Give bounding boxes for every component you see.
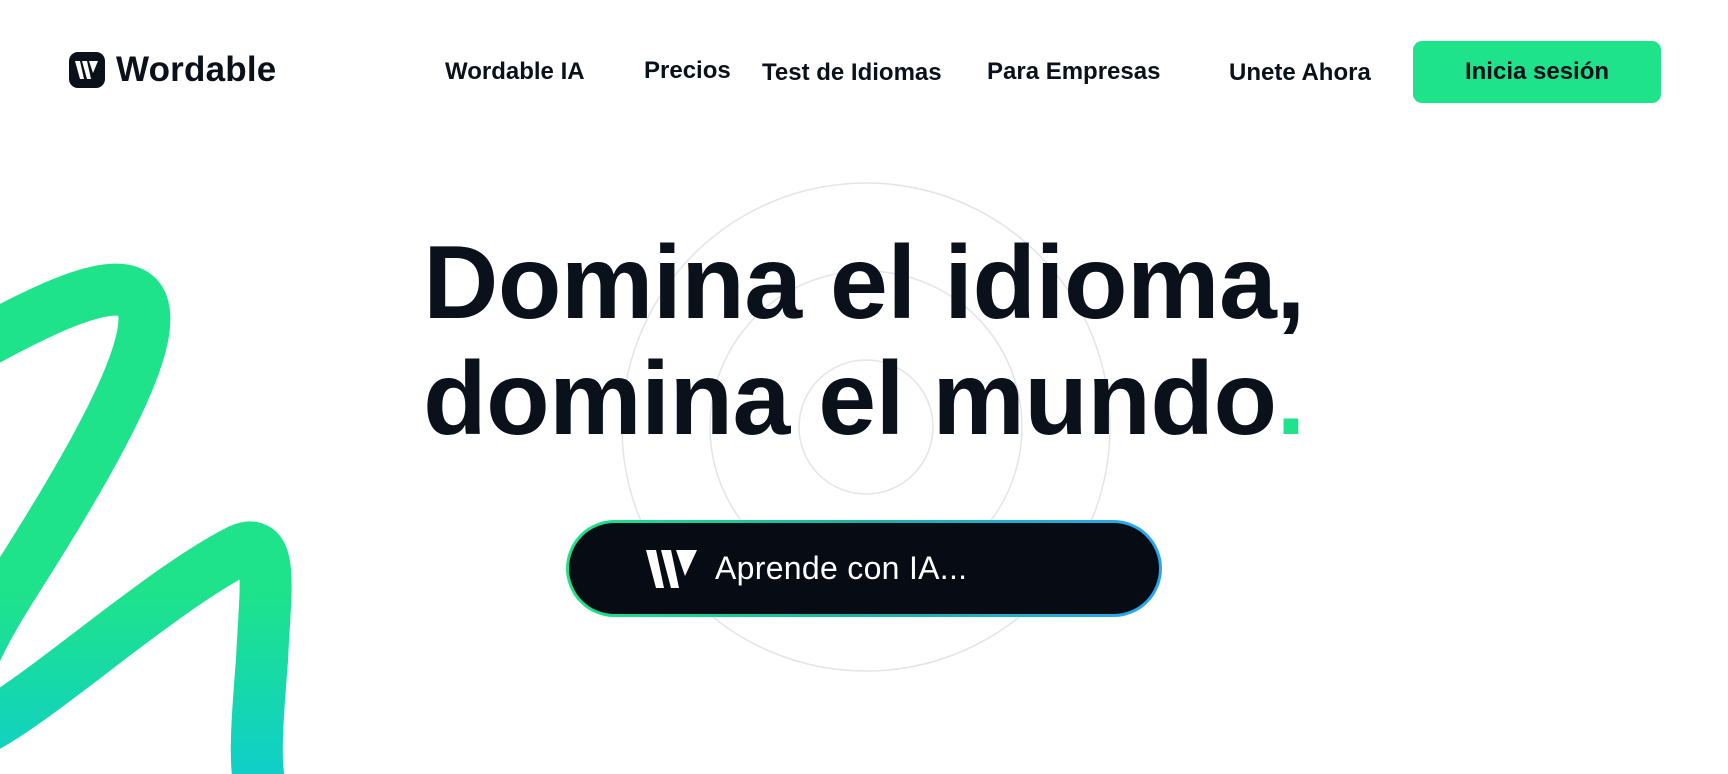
login-button[interactable]: Inicia sesión <box>1413 41 1661 103</box>
hero-headline: Domina el idioma, domina el mundo. <box>0 225 1728 457</box>
ai-prompt-inner: Aprende con IA... <box>569 523 1159 614</box>
nav-item-precios[interactable]: Precios <box>644 55 731 87</box>
ai-prompt-text: Aprende con IA... <box>715 550 968 586</box>
hero-accent-dot: . <box>1276 341 1306 457</box>
wordable-w-icon <box>645 548 699 590</box>
hero-headline-line-2-text: domina el mundo <box>423 341 1277 457</box>
nav-item-wordable-ia[interactable]: Wordable IA <box>445 56 585 88</box>
hero-headline-line-1: Domina el idioma, <box>423 225 1305 341</box>
nav-item-unete-ahora[interactable]: Unete Ahora <box>1229 57 1371 89</box>
nav-item-test-de-idiomas[interactable]: Test de Idiomas <box>762 57 942 89</box>
brand-logo[interactable]: Wordable <box>69 50 276 90</box>
ai-prompt-button[interactable]: Aprende con IA... <box>566 520 1162 617</box>
wordable-w-icon <box>69 52 105 88</box>
hero-headline-line-2: domina el mundo. <box>0 341 1728 457</box>
nav-item-para-empresas[interactable]: Para Empresas <box>987 56 1160 88</box>
brand-name: Wordable <box>116 50 277 89</box>
site-header: Wordable Wordable IA Precios Test de Idi… <box>0 0 1728 150</box>
